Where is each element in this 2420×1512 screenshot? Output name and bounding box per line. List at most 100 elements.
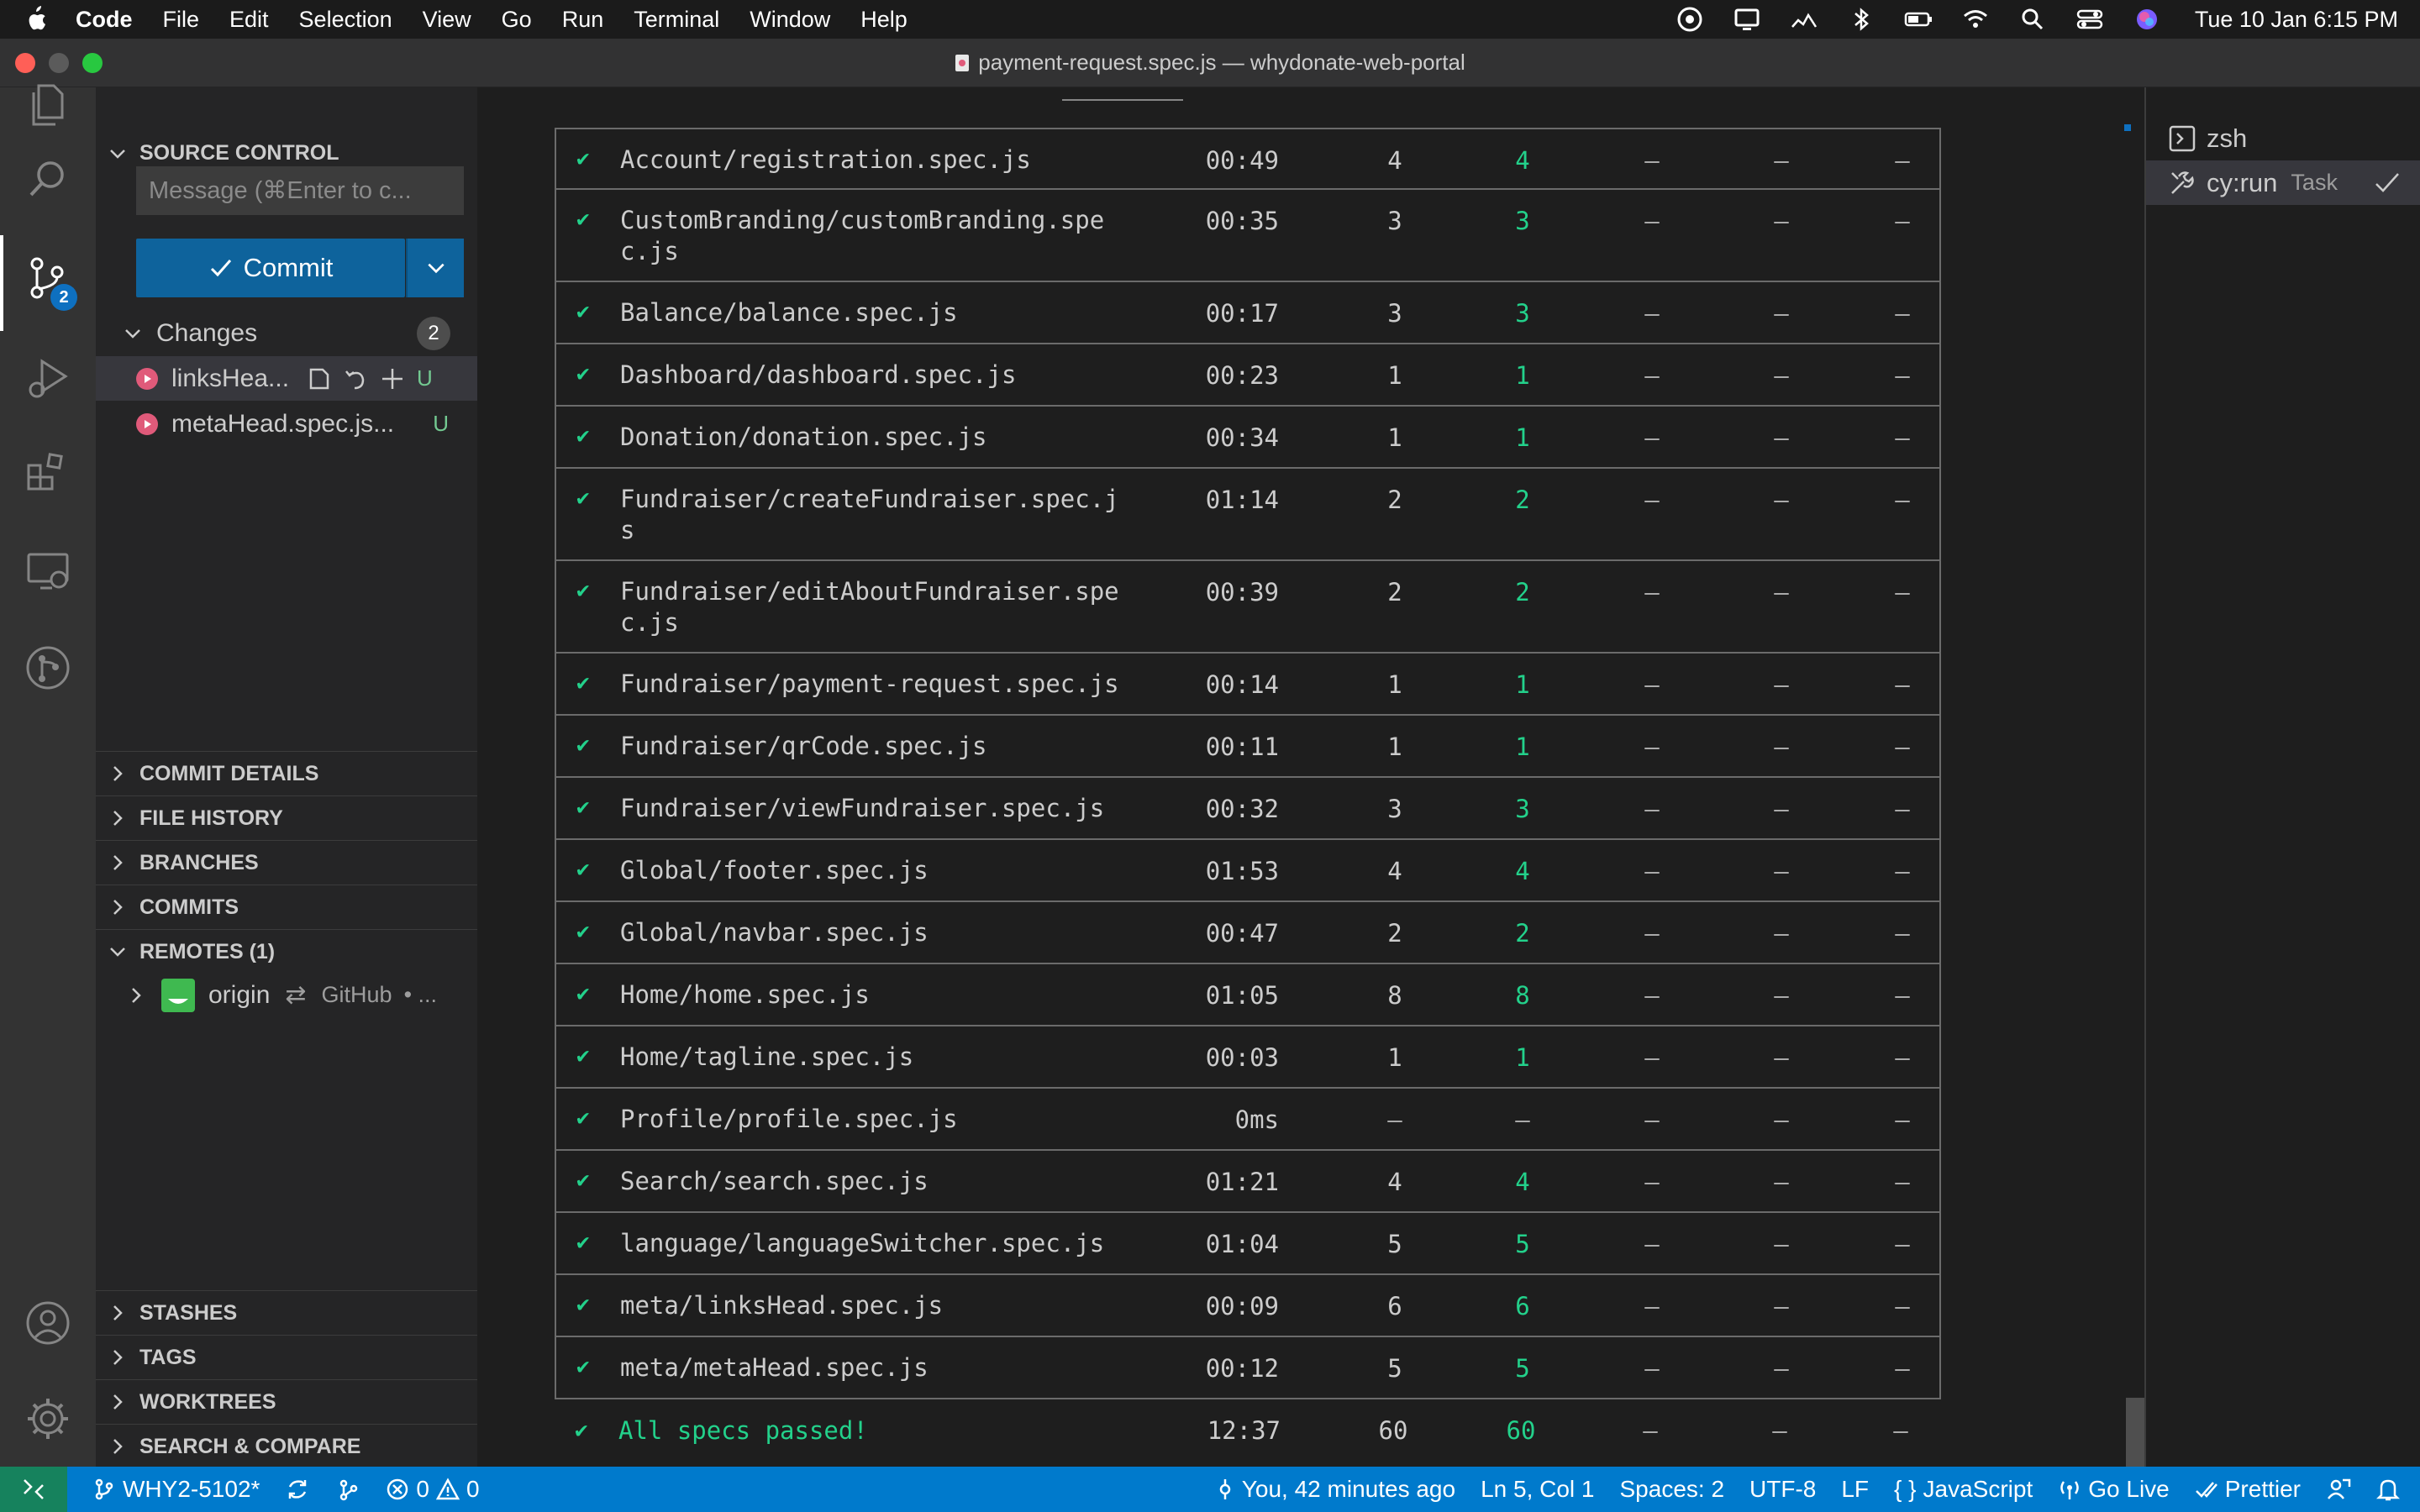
spec-passing-count: 6 xyxy=(1515,1292,1530,1320)
spec-tests-count: 1 xyxy=(1387,423,1402,452)
spec-duration: 0ms xyxy=(1234,1105,1279,1134)
indentation-status[interactable]: Spaces: 2 xyxy=(1620,1476,1725,1503)
remotes-title: REMOTES (1) xyxy=(139,939,276,963)
menu-selection[interactable]: Selection xyxy=(299,7,392,33)
spec-file-name: Home/tagline.spec.js xyxy=(620,1042,914,1071)
stashes-section[interactable]: STASHES xyxy=(96,1290,477,1335)
spec-tests-count: 5 xyxy=(1387,1230,1402,1258)
spec-passing-count: 3 xyxy=(1515,299,1530,328)
minimize-window-button[interactable] xyxy=(49,53,69,73)
commit-button[interactable]: Commit xyxy=(136,239,405,297)
notifications-button[interactable] xyxy=(2376,1477,2400,1502)
menu-terminal[interactable]: Terminal xyxy=(634,7,719,33)
bluetooth-icon[interactable] xyxy=(1847,5,1876,34)
file-history-section[interactable]: FILE HISTORY xyxy=(96,795,477,840)
worktrees-section[interactable]: WORKTREES xyxy=(96,1379,477,1424)
change-item[interactable]: metaHead.spec.js... U xyxy=(96,402,477,446)
commit-dropdown-button[interactable] xyxy=(406,239,464,297)
tags-section[interactable]: TAGS xyxy=(96,1335,477,1379)
cursor-position[interactable]: Ln 5, Col 1 xyxy=(1481,1476,1594,1503)
spec-file-name: Fundraiser/qrCode.spec.js xyxy=(620,732,987,760)
spec-file-name: Dashboard/dashboard.spec.js xyxy=(620,360,1017,389)
branches-section[interactable]: BRANCHES xyxy=(96,840,477,885)
menu-window[interactable]: Window xyxy=(750,7,830,33)
terminal-item-cy-run[interactable]: cy:run Task xyxy=(2146,160,2420,205)
eol-status[interactable]: LF xyxy=(1841,1476,1869,1503)
menu-file[interactable]: File xyxy=(163,7,200,33)
wifi-icon[interactable] xyxy=(1961,5,1990,34)
spec-pending-count: – xyxy=(1774,919,1789,948)
spotlight-search-icon[interactable] xyxy=(2018,5,2047,34)
summary-skipped: – xyxy=(1893,1416,1908,1445)
sync-button[interactable] xyxy=(285,1477,310,1502)
change-file-name: metaHead.spec.js... xyxy=(171,409,395,438)
encoding-status[interactable]: UTF-8 xyxy=(1749,1476,1816,1503)
menu-app-name[interactable]: Code xyxy=(76,7,133,33)
untracked-status: U xyxy=(417,365,433,391)
stage-changes-icon[interactable] xyxy=(378,365,407,393)
vertical-scrollbar-thumb[interactable] xyxy=(2126,1398,2144,1467)
close-window-button[interactable] xyxy=(15,53,35,73)
zoom-window-button[interactable] xyxy=(82,53,103,73)
feedback-button[interactable] xyxy=(2326,1477,2351,1502)
spec-pending-count: – xyxy=(1774,423,1789,452)
spec-failing-count: – xyxy=(1644,1230,1660,1258)
battery-icon[interactable] xyxy=(1904,5,1933,34)
remotes-section[interactable]: REMOTES (1) xyxy=(96,929,477,974)
spec-pending-count: – xyxy=(1774,1292,1789,1320)
siri-icon[interactable] xyxy=(2133,5,2161,34)
spec-file-name: Donation/donation.spec.js xyxy=(620,423,987,451)
summary-label: All specs passed! xyxy=(618,1416,868,1445)
branch-status[interactable]: WHY2-5102* xyxy=(92,1476,260,1503)
terminal-output-panel[interactable]: ✔ Account/registration.spec.js 00:49 4 4– – – ✔… xyxy=(477,87,2144,1467)
spec-failing-count: – xyxy=(1644,423,1660,452)
git-blame-status[interactable]: You, 42 minutes ago xyxy=(1215,1476,1455,1503)
changes-group-header[interactable]: Changes 2 xyxy=(96,311,477,355)
change-item[interactable]: linksHea... U xyxy=(96,356,477,401)
display-icon[interactable] xyxy=(1733,5,1761,34)
spec-tests-count: 4 xyxy=(1387,857,1402,885)
braces-icon: { } xyxy=(1894,1476,1917,1502)
spec-tests-count: 3 xyxy=(1387,207,1402,235)
menu-run[interactable]: Run xyxy=(562,7,604,33)
search-compare-section[interactable]: SEARCH & COMPARE xyxy=(96,1424,477,1468)
language-mode[interactable]: { } JavaScript xyxy=(1894,1476,2033,1503)
terminal-item-zsh[interactable]: zsh xyxy=(2146,116,2420,160)
commit-message-input[interactable]: Message (⌘Enter to c... xyxy=(136,166,464,215)
settings-gear-icon[interactable] xyxy=(24,1394,72,1443)
run-debug-icon[interactable] xyxy=(24,353,72,402)
control-center-icon[interactable] xyxy=(2075,5,2104,34)
menu-help[interactable]: Help xyxy=(860,7,908,33)
vpn-status-icon[interactable] xyxy=(1676,5,1704,34)
git-graph-icon[interactable] xyxy=(24,643,72,692)
discard-changes-icon[interactable] xyxy=(341,365,370,393)
remote-explorer-icon[interactable] xyxy=(24,546,72,595)
explorer-icon[interactable] xyxy=(24,81,72,129)
apple-icon[interactable] xyxy=(22,5,47,34)
spec-pending-count: – xyxy=(1774,1105,1789,1134)
change-file-name: linksHea... xyxy=(171,364,290,392)
remote-origin-item[interactable]: origin ⇄ GitHub • ... xyxy=(96,973,477,1017)
menu-go[interactable]: Go xyxy=(502,7,532,33)
extensions-icon[interactable] xyxy=(24,449,72,497)
search-icon[interactable] xyxy=(24,155,72,203)
git-graph-status-button[interactable] xyxy=(335,1477,360,1502)
go-live-button[interactable]: Go Live xyxy=(2058,1476,2170,1503)
prettier-status[interactable]: Prettier xyxy=(2195,1476,2301,1503)
problems-status[interactable]: 0 0 xyxy=(386,1476,480,1503)
prettier-label: Prettier xyxy=(2224,1476,2301,1502)
open-file-icon[interactable] xyxy=(304,365,333,393)
menu-edit[interactable]: Edit xyxy=(229,7,269,33)
accounts-icon[interactable] xyxy=(24,1299,72,1347)
remote-indicator-button[interactable] xyxy=(0,1467,67,1512)
spec-pending-count: – xyxy=(1774,578,1789,606)
menu-view[interactable]: View xyxy=(423,7,471,33)
menu-clock[interactable]: Tue 10 Jan 6:15 PM xyxy=(2195,7,2398,33)
spec-tests-count: 3 xyxy=(1387,795,1402,823)
spec-skipped-count: – xyxy=(1895,732,1910,761)
activity-icon[interactable] xyxy=(1790,5,1818,34)
spec-pending-count: – xyxy=(1774,146,1789,175)
spec-pending-count: – xyxy=(1774,732,1789,761)
commits-section[interactable]: COMMITS xyxy=(96,885,477,929)
commit-details-section[interactable]: COMMIT DETAILS xyxy=(96,751,477,795)
